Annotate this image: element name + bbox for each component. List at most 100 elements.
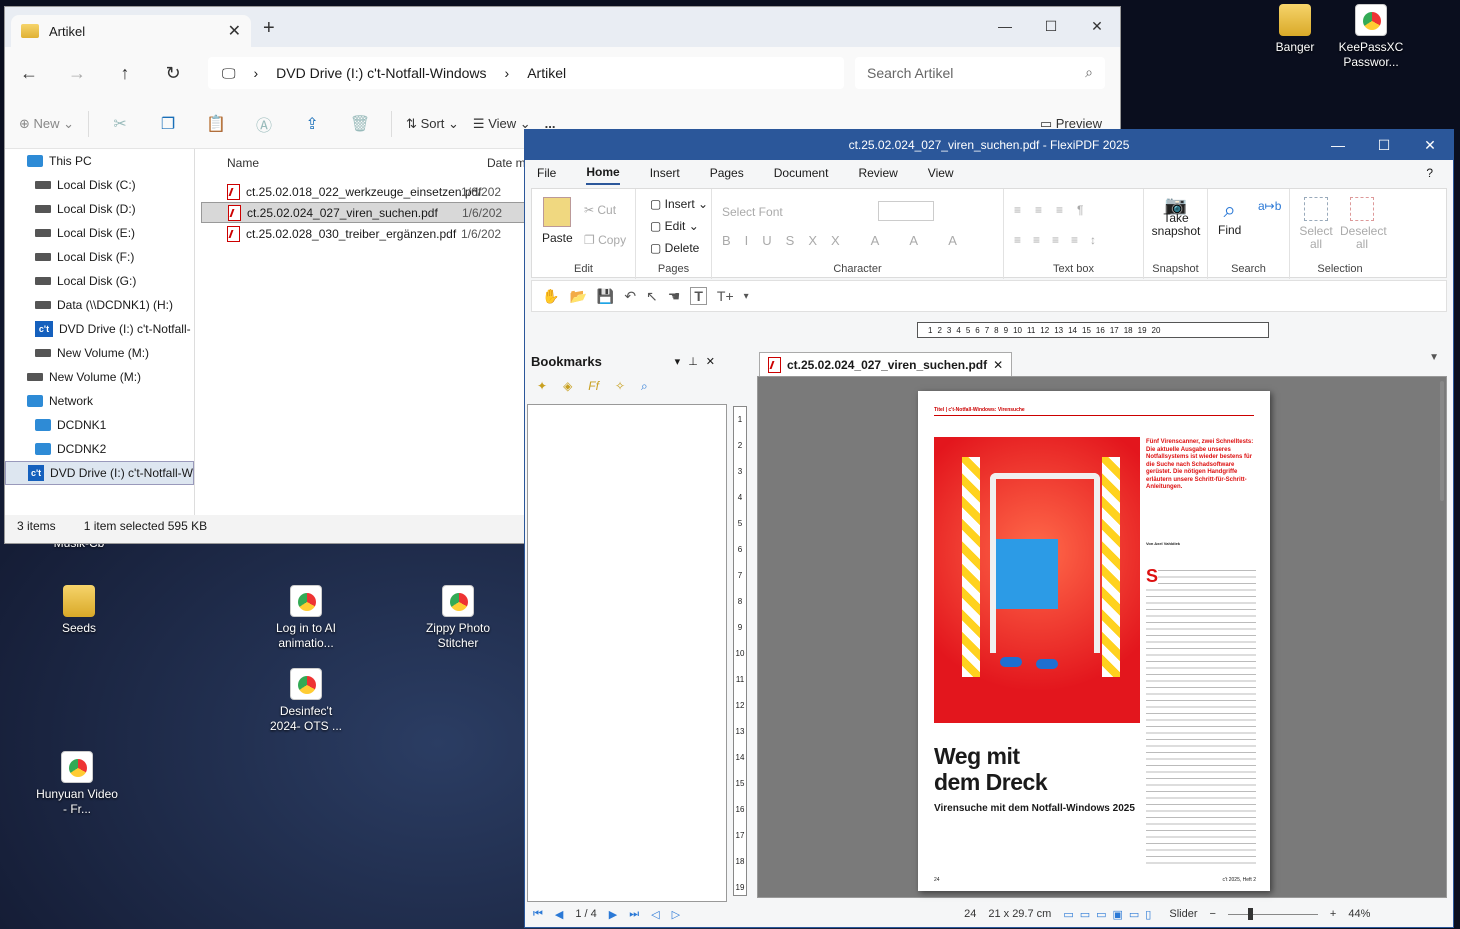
view-button[interactable]: ☰ View ⌄ xyxy=(473,116,531,132)
nav-item[interactable]: Local Disk (G:) xyxy=(5,269,194,293)
rename-icon[interactable]: Ⓐ xyxy=(247,112,281,136)
take-snapshot-button[interactable]: 📷 Take snapshot xyxy=(1150,196,1202,238)
desktop-icon-keepassxc[interactable]: KeePassXC Passwor... xyxy=(1330,4,1412,70)
zoom-out-icon[interactable]: − xyxy=(1209,908,1215,920)
history-back-icon[interactable]: ◁ xyxy=(651,908,659,921)
delete-button[interactable]: ▢ Delete xyxy=(650,241,699,255)
paste-icon[interactable]: 📋 xyxy=(199,114,233,134)
document-tab[interactable]: ct.25.02.024_027_viren_suchen.pdf ✕ xyxy=(759,352,1013,376)
edit-button[interactable]: ▢ Edit ⌄ xyxy=(650,219,699,233)
nav-item[interactable]: DCDNK2 xyxy=(5,437,194,461)
cut-button[interactable]: ✂ Cut xyxy=(584,203,616,217)
close-tab-icon[interactable]: ✕ xyxy=(228,21,241,41)
history-forward-icon[interactable]: ▷ xyxy=(672,908,680,921)
previous-page-icon[interactable]: ◀ xyxy=(555,908,563,921)
close-panel-icon[interactable]: ✕ xyxy=(706,356,723,368)
tab-home[interactable]: Home xyxy=(586,161,620,185)
nav-item[interactable]: Local Disk (C:) xyxy=(5,173,194,197)
close-icon[interactable]: ✕ xyxy=(1407,130,1453,160)
tab-document[interactable]: Document xyxy=(774,166,829,180)
magic-wand-icon[interactable]: ✧ xyxy=(615,379,625,393)
maximize-icon[interactable]: ☐ xyxy=(1028,11,1074,41)
text-tool-icon[interactable]: T xyxy=(690,287,707,305)
paste-button[interactable]: Paste xyxy=(542,197,573,245)
desktop-icon-ai-animation[interactable]: Log in to AI animatio... xyxy=(265,585,347,651)
first-page-icon[interactable]: ⏮ xyxy=(533,908,543,921)
minimize-icon[interactable]: — xyxy=(1315,130,1361,160)
copy-button[interactable]: ❐ Copy xyxy=(584,233,626,247)
new-button[interactable]: ⊕ New ⌄ xyxy=(19,116,74,132)
column-header-date[interactable]: Date m xyxy=(487,156,526,170)
close-icon[interactable]: ✕ xyxy=(1074,11,1120,41)
minimize-icon[interactable]: — xyxy=(982,11,1028,41)
desktop-icon-banger[interactable]: Banger xyxy=(1254,4,1336,55)
sort-button[interactable]: ⇅ Sort ⌄ xyxy=(406,116,459,132)
save-icon[interactable]: 💾 xyxy=(597,288,614,305)
maximize-icon[interactable]: ☐ xyxy=(1361,130,1407,160)
desktop-icon-zippy[interactable]: Zippy Photo Stitcher xyxy=(417,585,499,651)
cut-icon[interactable]: ✂ xyxy=(103,114,137,134)
deselect-all-button[interactable]: Deselect all xyxy=(1340,197,1387,251)
zoom-in-icon[interactable]: + xyxy=(1330,908,1336,920)
select-all-button[interactable]: Select all xyxy=(1296,197,1336,251)
nav-item[interactable]: Network xyxy=(5,389,194,413)
bookmark-delete-icon[interactable]: ◈ xyxy=(563,379,572,393)
customize-toolbar-icon[interactable]: ▾ xyxy=(744,291,749,302)
address-bar[interactable]: 🖵 › DVD Drive (I:) c't-Notfall-Windows ›… xyxy=(208,57,844,89)
nav-item[interactable]: New Volume (M:) xyxy=(5,341,194,365)
next-page-icon[interactable]: ▶ xyxy=(609,908,617,921)
breadcrumb-artikel[interactable]: Artikel xyxy=(527,65,566,81)
nav-item[interactable]: Data (\\DCDNK1) (H:) xyxy=(5,293,194,317)
document-view[interactable]: Titel | c't-Notfall-Windows: Virensuche … xyxy=(757,376,1447,898)
nav-item[interactable]: Local Disk (E:) xyxy=(5,221,194,245)
refresh-icon[interactable]: ↻ xyxy=(149,63,197,84)
desktop-icon-desinfect[interactable]: Desinfec't 2024- OTS ... xyxy=(265,668,347,734)
copy-icon[interactable]: ❐ xyxy=(151,114,185,134)
nav-item[interactable]: c't DVD Drive (I:) c't-Notfall- xyxy=(5,317,194,341)
desktop-icon-seeds[interactable]: Seeds xyxy=(38,585,120,636)
vertical-scrollbar[interactable] xyxy=(1440,381,1444,501)
font-size-select[interactable] xyxy=(878,201,934,221)
desktop-icon-hunyuan[interactable]: Hunyuan Video - Fr... xyxy=(36,751,118,817)
nav-item[interactable]: c't DVD Drive (I:) c't-Notfall-W xyxy=(5,461,194,485)
back-icon[interactable]: ← xyxy=(5,63,53,84)
tab-list-icon[interactable]: ▼ xyxy=(1429,352,1439,363)
tab-pages[interactable]: Pages xyxy=(710,166,744,180)
last-page-icon[interactable]: ⏭ xyxy=(629,908,639,921)
zoom-slider[interactable] xyxy=(1227,907,1318,920)
add-bookmark-icon[interactable]: ✦ xyxy=(537,379,547,393)
file-row[interactable]: ct.25.02.028_030_treiber_ergänzen.pdf 1/6… xyxy=(201,223,531,244)
justify-buttons[interactable]: ≡≡≡≡↕ xyxy=(1014,233,1108,247)
insert-button[interactable]: ▢ Insert ⌄ xyxy=(650,197,708,211)
share-icon[interactable]: ⇪ xyxy=(295,114,329,134)
explorer-tab[interactable]: Artikel ✕ xyxy=(11,15,251,47)
format-buttons[interactable]: BIUSXX A A A xyxy=(722,233,971,248)
replace-icon[interactable]: a↦b xyxy=(1258,199,1281,213)
up-icon[interactable]: ↑ xyxy=(101,63,149,84)
delete-icon[interactable]: 🗑 xyxy=(343,114,377,134)
find-button[interactable]: ⌕ Find xyxy=(1218,197,1241,237)
font-style-icon[interactable]: Ff xyxy=(588,379,599,393)
nav-item[interactable]: New Volume (M:) xyxy=(5,365,194,389)
nav-item[interactable]: Local Disk (D:) xyxy=(5,197,194,221)
file-row[interactable]: ct.25.02.024_027_viren_suchen.pdf 1/6/202 xyxy=(201,202,531,223)
file-row[interactable]: ct.25.02.018_022_werkzeuge_einsetzen.pdf… xyxy=(201,181,531,202)
tab-file[interactable]: File xyxy=(537,166,556,180)
alignment-buttons[interactable]: ≡≡≡¶ xyxy=(1014,203,1097,217)
pan-icon[interactable]: ☚ xyxy=(668,288,681,305)
tab-insert[interactable]: Insert xyxy=(650,166,680,180)
panel-menu-icon[interactable]: ▾ xyxy=(675,356,689,368)
search-input[interactable]: Search Artikel ⌕ xyxy=(855,57,1105,89)
breadcrumb-dvd[interactable]: DVD Drive (I:) c't-Notfall-Windows xyxy=(276,65,486,81)
tab-view[interactable]: View xyxy=(928,166,954,180)
select-arrow-icon[interactable]: ↖ xyxy=(646,288,658,305)
open-folder-icon[interactable]: 📂 xyxy=(569,288,586,305)
page-indicator[interactable]: 1 / 4 xyxy=(575,908,596,920)
view-mode-icons[interactable]: ▭▭▭▣▭▯ xyxy=(1063,908,1157,921)
undo-icon[interactable]: ↶ xyxy=(624,288,636,305)
tab-review[interactable]: Review xyxy=(858,166,897,180)
nav-item[interactable]: DCDNK1 xyxy=(5,413,194,437)
nav-item[interactable]: This PC xyxy=(5,149,194,173)
font-select[interactable]: Select Font xyxy=(722,205,783,219)
hand-icon[interactable]: ✋ xyxy=(542,288,559,305)
